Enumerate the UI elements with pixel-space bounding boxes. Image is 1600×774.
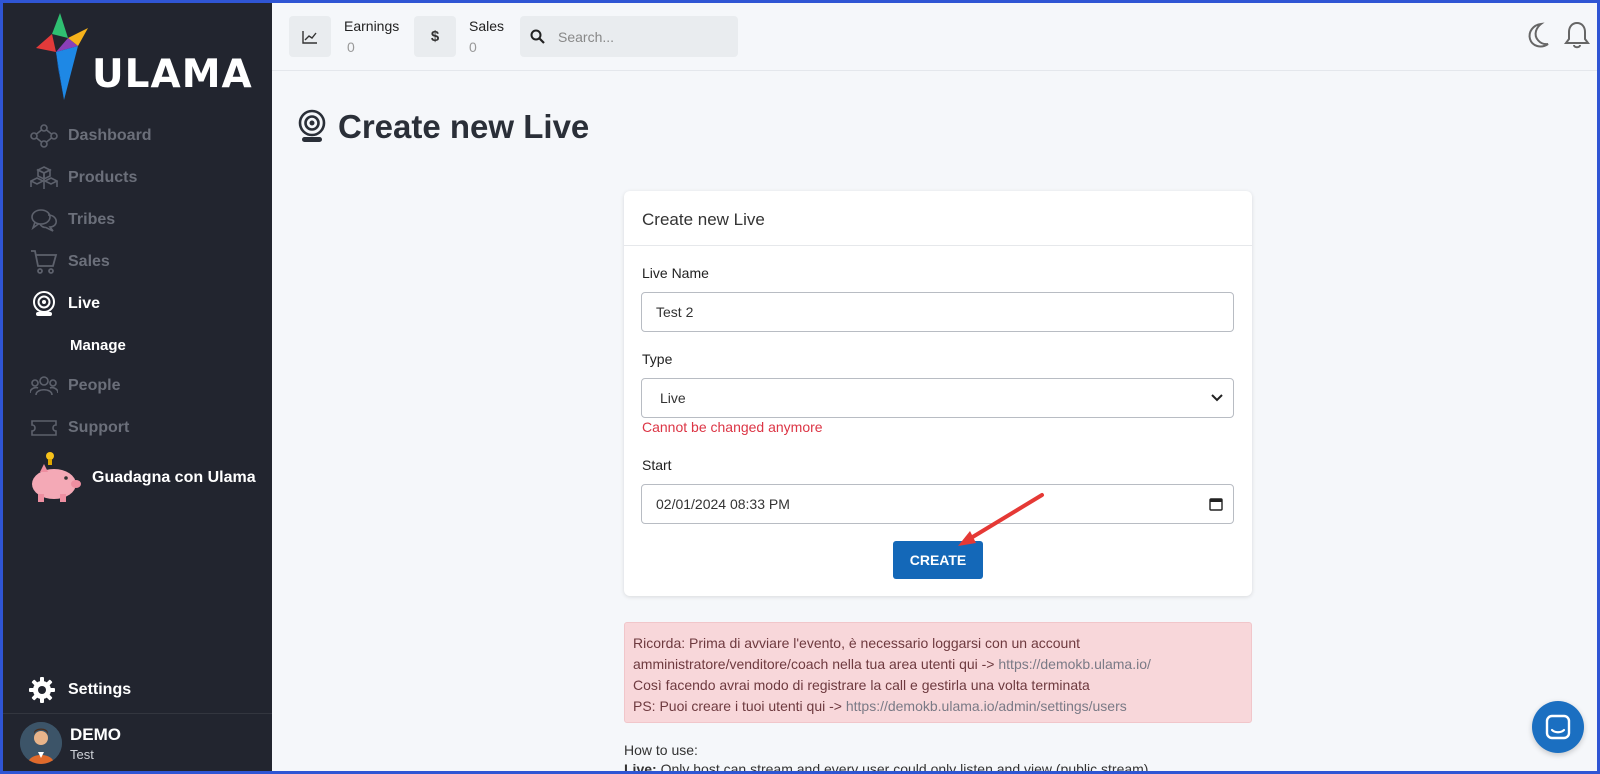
sidebar-item-settings[interactable]: Settings	[28, 676, 131, 704]
earn-label: Guadagna con Ulama	[92, 469, 256, 486]
type-label: Type	[642, 351, 673, 367]
bell-icon[interactable]	[1562, 20, 1592, 50]
divider	[0, 713, 272, 714]
topbar: Earnings 0 $ Sales 0	[272, 0, 1600, 71]
sales-label: Sales	[469, 18, 505, 34]
create-live-card: Create new Live Live Name Test 2 Type Li…	[624, 191, 1252, 596]
how-to-title: How to use:	[624, 742, 698, 758]
origami-bird-icon	[36, 13, 88, 100]
live-name-label: Live Name	[642, 265, 709, 281]
sidebar-item-products[interactable]: Products	[0, 157, 272, 199]
users-settings-link[interactable]: https://demokb.ulama.io/admin/settings/u…	[846, 698, 1127, 714]
chat-icon	[1545, 714, 1571, 740]
sidebar-item-label: People	[68, 377, 121, 394]
live-name-input[interactable]: Test 2	[641, 292, 1234, 332]
search-bar	[520, 16, 738, 57]
start-datetime-value: 02/01/2024 08:33 PM	[656, 496, 790, 512]
how-to-live: Live: Only host can stream and every use…	[624, 761, 1149, 774]
sales-value: 0	[469, 39, 477, 55]
earnings-chart-icon	[289, 16, 331, 57]
sidebar-item-support[interactable]: Support	[0, 407, 272, 449]
moon-icon[interactable]	[1522, 20, 1552, 50]
sidebar-item-label: Dashboard	[68, 127, 152, 144]
sidebar-item-label: Live	[68, 295, 101, 312]
chevron-down-icon	[1211, 394, 1223, 402]
alert-line: amministratore/venditore/coach nella tua…	[633, 656, 1151, 672]
ulama-logo[interactable]: ULAMA	[30, 8, 253, 104]
comments-icon	[28, 207, 60, 233]
card-header: Create new Live	[624, 191, 1252, 246]
sidebar-nav: Dashboard Products Tribes Sales Live Man…	[0, 115, 272, 449]
ticket-icon	[28, 415, 60, 441]
chat-launcher-button[interactable]	[1532, 701, 1584, 753]
avatar	[20, 722, 62, 764]
type-selected-value: Live	[660, 390, 686, 406]
start-datetime-input[interactable]: 02/01/2024 08:33 PM	[641, 484, 1234, 524]
sidebar: ULAMA Dashboard Products Tribes Sales Li…	[0, 0, 272, 774]
user-role: Test	[70, 746, 94, 762]
earnings-value: 0	[347, 39, 355, 55]
sidebar-item-sales[interactable]: Sales	[0, 241, 272, 283]
type-error-message: Cannot be changed anymore	[642, 419, 823, 435]
alert-line: Così facendo avrai modo di registrare la…	[633, 677, 1090, 693]
piggy-bank-icon	[32, 452, 81, 502]
user-profile[interactable]: DEMO Test	[20, 722, 121, 764]
brand-name: ULAMA	[92, 52, 253, 97]
sidebar-item-label: Support	[68, 419, 130, 436]
search-icon[interactable]	[520, 29, 554, 44]
calendar-icon[interactable]	[1209, 497, 1223, 511]
webcam-icon	[298, 109, 326, 142]
users-icon	[28, 373, 60, 399]
cubes-icon	[28, 165, 60, 191]
gear-icon	[29, 677, 55, 703]
sidebar-item-live[interactable]: Live	[0, 283, 272, 325]
dollar-icon: $	[414, 16, 456, 57]
alert-line: PS: Puoi creare i tuoi utenti qui -> htt…	[633, 698, 1127, 714]
settings-label: Settings	[68, 681, 132, 698]
alert-line: Ricorda: Prima di avviare l'evento, è ne…	[633, 635, 1081, 651]
network-icon	[28, 123, 60, 149]
page-title: Create new Live	[296, 108, 589, 146]
earnings-label: Earnings	[344, 18, 400, 34]
page-title-text: Create new Live	[338, 108, 590, 145]
sidebar-item-dashboard[interactable]: Dashboard	[0, 115, 272, 157]
search-input[interactable]	[558, 28, 728, 45]
sidebar-item-people[interactable]: People	[0, 365, 272, 407]
start-label: Start	[642, 457, 672, 473]
red-arrow-annotation	[958, 493, 1044, 546]
webcam-icon	[28, 291, 60, 317]
live-name-value: Test 2	[656, 304, 694, 320]
how-to-use: How to use: Live: Only host can stream a…	[624, 741, 1148, 774]
info-alert: Ricorda: Prima di avviare l'evento, è ne…	[624, 622, 1252, 723]
user-name: DEMO	[70, 724, 121, 744]
cart-icon	[28, 249, 60, 275]
account-link[interactable]: https://demokb.ulama.io/	[998, 656, 1151, 672]
sidebar-item-label: Tribes	[68, 211, 116, 228]
type-select[interactable]: Live	[641, 378, 1234, 418]
sidebar-item-label: Products	[68, 169, 138, 186]
earn-with-ulama-link[interactable]: Guadagna con Ulama	[26, 450, 256, 506]
sidebar-item-tribes[interactable]: Tribes	[0, 199, 272, 241]
sidebar-subitem-manage[interactable]: Manage	[0, 325, 272, 365]
sidebar-item-label: Sales	[68, 253, 110, 270]
